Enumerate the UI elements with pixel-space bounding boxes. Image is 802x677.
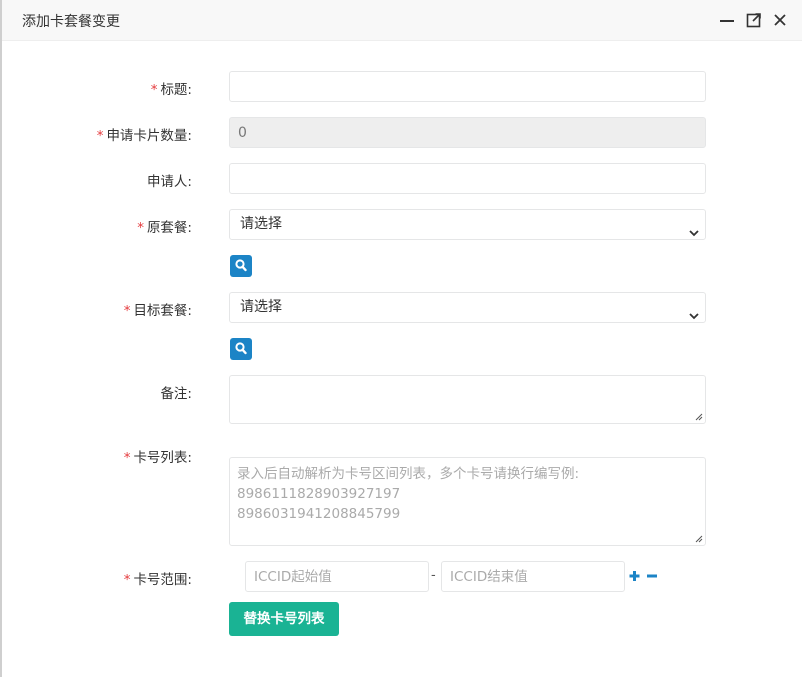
minimize-icon[interactable] (718, 11, 736, 29)
card-count-label: * 申请卡片数量: (96, 128, 192, 144)
required-mark: * (150, 82, 158, 98)
maximize-icon[interactable] (745, 11, 763, 29)
plus-icon[interactable] (628, 569, 641, 583)
original-plan-selected: 请选择 (240, 216, 282, 232)
required-mark: * (123, 303, 131, 319)
minus-icon[interactable] (646, 569, 658, 583)
search-icon (235, 259, 247, 272)
dialog-window: 添加卡套餐变更 *标题: *申请卡片数量: 申请人: *原套餐: 请选择 (0, 0, 802, 677)
iccid-end-input[interactable] (441, 561, 625, 592)
applicant-label: 申请人: (146, 174, 192, 190)
card-list-placeholder-line1: 录入后自动解析为卡号区间列表，多个卡号请换行编写例: (237, 466, 580, 482)
search-icon (235, 342, 247, 355)
resize-grip-icon (695, 413, 703, 421)
dialog-titlebar: 添加卡套餐变更 (2, 0, 802, 41)
target-plan-label: * 目标套餐: (123, 303, 192, 319)
remark-label: 备注: (160, 386, 192, 402)
target-plan-selected: 请选择 (240, 299, 282, 315)
applicant-input[interactable] (229, 163, 706, 194)
resize-grip-icon (695, 535, 703, 543)
title-label: * 标题: (150, 82, 192, 98)
card-list-placeholder-line3: 8986031941208845799 (237, 506, 401, 522)
required-mark: * (123, 450, 131, 466)
title-input[interactable] (229, 71, 706, 102)
target-plan-search-button[interactable] (230, 338, 252, 360)
original-plan-search-button[interactable] (230, 255, 252, 277)
remark-textarea[interactable] (229, 375, 706, 424)
original-plan-select[interactable]: 请选择 (229, 209, 706, 240)
close-icon[interactable] (771, 11, 789, 29)
card-list-placeholder-line2: 8986111828903927197 (237, 486, 401, 502)
card-range-label: * 卡号范围: (123, 572, 192, 588)
range-separator: - (431, 568, 436, 583)
required-mark: * (123, 572, 131, 588)
card-count-input (229, 117, 706, 148)
original-plan-label: * 原套餐: (137, 220, 192, 236)
card-list-textarea[interactable]: 录入后自动解析为卡号区间列表，多个卡号请换行编写例: 8986111828903… (229, 457, 706, 546)
dialog-title: 添加卡套餐变更 (22, 14, 120, 30)
required-mark: * (96, 128, 104, 144)
chevron-down-icon (689, 303, 699, 332)
required-mark: * (137, 220, 144, 236)
chevron-down-icon (689, 220, 699, 249)
target-plan-select[interactable]: 请选择 (229, 292, 706, 323)
iccid-start-input[interactable] (245, 561, 429, 592)
replace-card-list-button[interactable]: 替换卡号列表 (229, 602, 339, 636)
card-list-label: * 卡号列表: (123, 450, 192, 466)
